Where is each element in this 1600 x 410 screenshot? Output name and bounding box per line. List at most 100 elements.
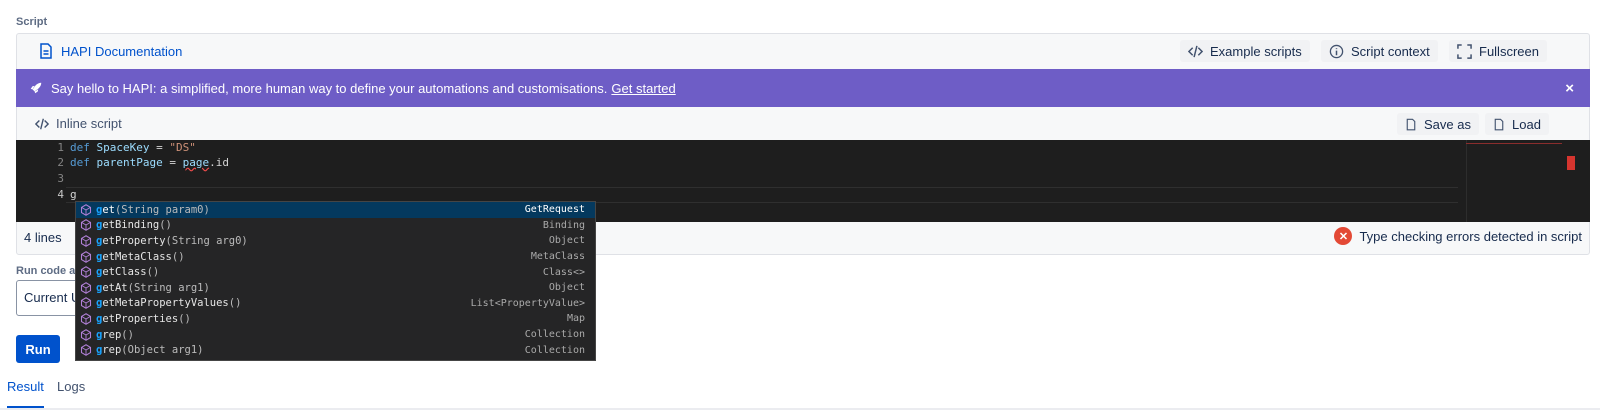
method-name: etProperties [102,312,179,325]
method-name: etMetaPropertyValues [102,297,229,310]
line-count: 4 lines [24,230,62,245]
hapi-documentation-link[interactable]: HAPI Documentation [39,43,182,59]
suggestion-item[interactable]: getBinding() Binding [76,218,595,234]
save-as-button[interactable]: Save as [1397,113,1479,135]
suggestion-item[interactable]: grep(Object arg1) Collection [76,342,595,358]
result-tabs: Result Logs [0,378,1600,410]
rocket-icon [30,82,42,94]
operator: = [149,141,170,154]
suggestion-item[interactable]: getAt(String arg1) Object [76,280,595,296]
string-literal: "DS" [169,141,196,154]
suggestion-item[interactable]: grep() Collection [76,327,595,343]
operator: = [162,156,183,169]
ruler-error-marker [1567,156,1575,170]
code-line-4: g [70,188,77,201]
method-name: etBinding [102,219,160,232]
method-icon [80,313,92,325]
fullscreen-button[interactable]: Fullscreen [1449,40,1547,62]
code-icon [35,118,49,129]
script-context-button[interactable]: Script context [1321,40,1438,62]
document-icon [40,43,52,59]
error-icon: ✕ [1334,227,1353,245]
suggestion-item[interactable]: getProperties() Map [76,311,595,327]
method-params: () [178,312,191,325]
method-params: (String arg0) [165,234,248,247]
tab-result[interactable]: Result [7,378,44,408]
run-button[interactable]: Run [16,335,60,363]
method-name: etAt [102,281,128,294]
type-check-error: ✕ Type checking errors detected in scrip… [1334,227,1582,245]
suggestion-item[interactable]: getMetaPropertyValues() List<PropertyValu… [76,296,595,312]
identifier: SpaceKey [96,141,150,154]
method-params: () [146,266,160,279]
autocomplete-popup: get(String param0) GetRequest getBinding()… [75,201,596,361]
hapi-documentation-label: HAPI Documentation [61,43,183,59]
suggestion-label: grep(Object arg1) [96,344,203,356]
method-params: () [121,328,134,341]
load-label: Load [1512,116,1541,132]
method-icon [80,328,92,341]
method-params: () [171,250,185,263]
example-scripts-button[interactable]: Example scripts [1180,40,1310,62]
script-context-label: Script context [1351,43,1430,59]
method-params: () [159,219,172,232]
overview-ruler [1466,140,1566,222]
method-params: (Object arg1) [121,344,204,357]
method-name: rep [102,328,122,341]
return-type: Map [566,313,585,325]
identifier: parentPage [96,156,163,169]
suggestion-item[interactable]: get(String param0) GetRequest [76,202,595,218]
method-icon [80,250,92,263]
suggestion-item[interactable]: getClass() Class<> [76,264,595,280]
fullscreen-icon [1457,43,1472,59]
inline-script-tab[interactable]: Inline script [35,116,122,131]
method-name: etMetaClass [102,250,172,263]
return-type: Collection [524,329,585,341]
method-icon [80,281,92,294]
line-number: 4 [57,188,64,201]
keyword: def [70,156,90,169]
return-type: Object [548,235,585,247]
type-check-error-text: Type checking errors detected in script [1359,228,1582,244]
keyword: def [70,141,90,154]
banner-close-button[interactable]: × [1565,80,1574,97]
method-params: (String param0) [114,203,210,216]
return-type: Collection [524,344,585,356]
method-name: et [102,203,115,216]
suggestion-label: getClass() [96,266,159,278]
script-toolbar: HAPI Documentation Example scripts Scrip… [17,34,1589,69]
banner-text: Say hello to HAPI: a simplified, more hu… [51,80,608,96]
method-params: () [228,297,242,310]
method-name: rep [102,344,122,357]
method-icon [80,219,92,232]
suggestion-label: get(String param0) [96,204,210,216]
inline-script-bar: Inline script Save as Load [17,107,1589,140]
line-number: 1 [57,141,64,154]
file-icon [1494,118,1504,130]
ruler-error-line [1466,143,1562,144]
method-icon [80,297,92,310]
suggestion-item[interactable]: getMetaClass() MetaClass [76,249,595,265]
return-type: Object [548,282,585,294]
return-type: Binding [542,219,585,231]
get-started-link[interactable]: Get started [611,81,675,96]
code-line-1: def SpaceKey = "DS" [70,141,196,154]
suggestion-label: grep() [96,329,134,341]
hapi-banner: Say hello to HAPI: a simplified, more hu… [16,69,1590,107]
method-name: etClass [102,266,147,279]
code-icon [1188,45,1203,57]
method-name: etProperty [102,234,166,247]
suggestion-item[interactable]: getProperty(String arg0) Object [76,233,595,249]
suggestion-label: getBinding() [96,219,172,231]
tab-logs[interactable]: Logs [57,378,85,408]
run-code-as-label: Run code as [16,265,82,277]
method-icon [80,235,92,247]
method-params: (String arg1) [127,281,210,294]
return-type: MetaClass [530,251,585,263]
inline-script-label: Inline script [56,116,122,131]
load-button[interactable]: Load [1485,113,1549,135]
suggestion-label: getMetaPropertyValues() [96,297,241,309]
line-number: 2 [57,156,64,169]
suggestion-label: getProperties() [96,313,191,325]
save-as-label: Save as [1424,116,1471,132]
